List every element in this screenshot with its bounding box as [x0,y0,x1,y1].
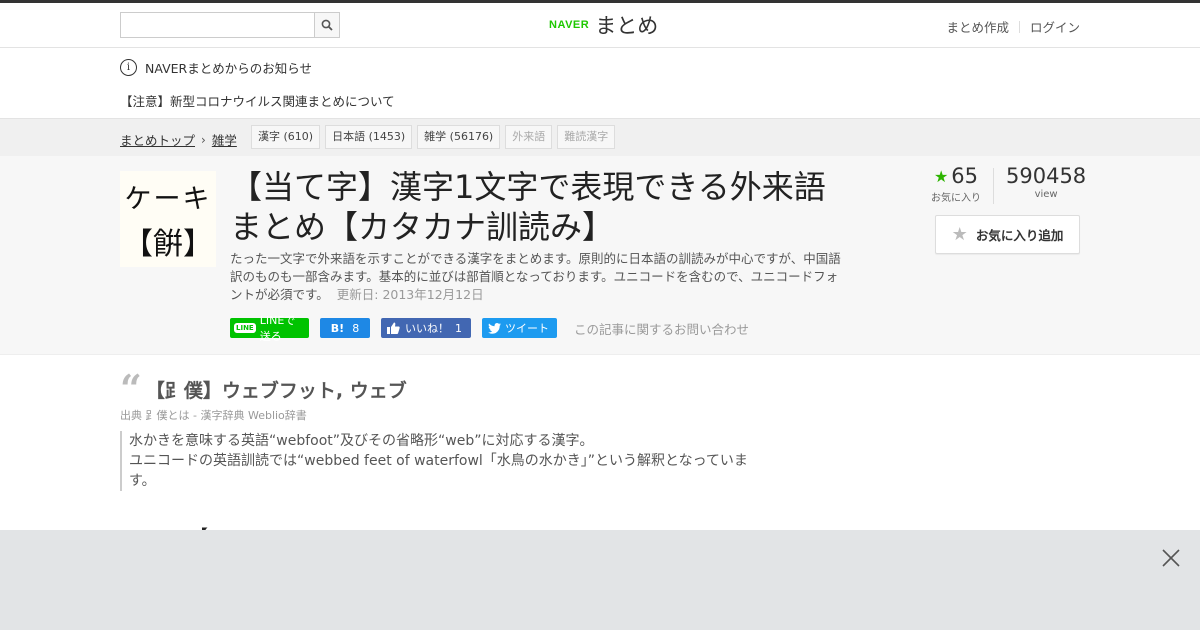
star-outline-icon: ★ [951,224,968,245]
chevron-right-icon: › [201,132,206,147]
article-title: 【当て字】漢字1文字で表現できる外来語まとめ【カタカナ訓読み】 [230,168,826,246]
tag-item[interactable]: 難読漢字 [557,125,616,149]
thumbnail-text-line2: 【餠】 [123,227,213,262]
item-header: “ 【𧾷僕】ウェブフット, ウェブ [120,365,407,411]
tag-item[interactable]: 漢字 (610) [251,125,321,149]
hatena-count: 8 [352,321,360,335]
search-box [120,12,340,38]
hatena-bookmark-button[interactable]: B! 8 [320,318,370,338]
create-matome-link[interactable]: まとめ作成 [946,17,1009,36]
quote-line: 水かきを意味する英語“webfoot”及びその省略形“web”に対応する漢字。 [129,433,594,449]
site-logo[interactable]: NAVER まとめ [549,10,658,40]
header-links: まとめ作成 ログイン [946,17,1080,36]
contact-link[interactable]: この記事に関するお問い合わせ [574,319,749,338]
bottom-ad-overlay [0,530,1200,630]
article-description: たった一文字で外来語を示すことができる漢字をまとめます。原則的に日本語の訓読みが… [230,250,845,304]
info-icon: i [120,59,137,76]
tag-item[interactable]: 日本語 (1453) [325,125,413,149]
add-favorite-label: お気に入り追加 [975,228,1064,243]
logo-brand: NAVER [549,19,590,31]
line-icon: LINE [234,323,256,333]
article-header: ケーキ 【餠】 【当て字】漢字1文字で表現できる外来語まとめ【カタカナ訓読み】 … [0,156,1200,355]
views-count: 590458 [1006,164,1087,188]
item-source: 出典 𧾷僕とは - 漢字辞典 Weblio辞書 [120,407,307,423]
breadcrumb-item-top[interactable]: まとめトップ [120,130,195,149]
breadcrumb-item-category[interactable]: 雑学 [212,130,237,149]
login-link[interactable]: ログイン [1030,17,1080,36]
favorites-label: お気に入り [931,193,981,204]
item-title: 【𧾷僕】ウェブフット, ウェブ [145,380,407,402]
quote-line: ユニコードの英語訓読では“webbed feet of waterfowl「水鳥… [129,453,748,489]
views-stat: 590458 view [1006,164,1086,204]
favorites-stat: ★ 65 お気に入り [925,164,987,204]
quote-icon: “ [120,365,142,411]
hatena-icon: B! [330,321,345,335]
stats-divider [993,168,994,204]
thumbs-up-icon [387,322,400,334]
notice-header: i NAVERまとめからのお知らせ [120,58,312,77]
breadcrumb: まとめトップ › 雑学 [120,130,237,149]
views-label: view [1034,189,1058,200]
line-share-label: LINEで送る [259,314,296,343]
tag-list: 漢字 (610) 日本語 (1453) 雑学 (56176) 外来語 難読漢字 [251,125,616,149]
matome-item: “ 【𧾷僕】ウェブフット, ウェブ 出典 𧾷僕とは - 漢字辞典 Weblio辞… [120,365,748,491]
share-bar: LINE LINEで送る B! 8 いいね！ 1 ツイート この記事に関するお問… [230,314,749,343]
facebook-like-count: 1 [455,321,462,335]
tweet-button[interactable]: ツイート [482,318,557,338]
search-icon [321,19,333,31]
site-header: NAVER まとめ まとめ作成 ログイン [0,3,1200,48]
notice-link[interactable]: 【注意】新型コロナウイルス関連まとめについて [120,91,395,110]
tweet-label: ツイート [505,322,549,335]
article-thumbnail: ケーキ 【餠】 [120,171,216,267]
close-icon[interactable] [1162,549,1180,567]
thumbnail-text-line1: ケーキ [124,184,212,215]
add-favorite-button[interactable]: ★ お気に入り追加 [935,215,1080,254]
breadcrumb-bar: まとめトップ › 雑学 漢字 (610) 日本語 (1453) 雑学 (5617… [0,118,1200,157]
facebook-like-label: いいね！ [405,322,449,335]
search-input[interactable] [121,13,319,35]
updated-date: 更新日: 2013年12月12日 [336,287,484,302]
header-divider [1018,20,1020,33]
item-quote: 水かきを意味する英語“webfoot”及びその省略形“web”に対応する漢字。 … [120,431,749,491]
source-link[interactable]: 𧾷僕とは - 漢字辞典 Weblio辞書 [146,409,307,422]
article-stats: ★ 65 お気に入り 590458 view [925,164,1086,204]
source-prefix: 出典 [120,409,142,422]
twitter-bird-icon [488,322,501,334]
star-icon: ★ [933,166,949,186]
favorites-count: 65 [951,164,979,188]
search-button[interactable] [314,13,339,37]
description-text: たった一文字で外来語を示すことができる漢字をまとめます。原則的に日本語の訓読みが… [230,251,841,302]
logo-text: まとめ [595,14,659,38]
facebook-like-button[interactable]: いいね！ 1 [381,318,471,338]
line-share-button[interactable]: LINE LINEで送る [230,314,309,343]
tag-item[interactable]: 外来語 [505,125,553,149]
notice-title: NAVERまとめからのお知らせ [145,61,312,76]
tag-item[interactable]: 雑学 (56176) [417,125,501,149]
